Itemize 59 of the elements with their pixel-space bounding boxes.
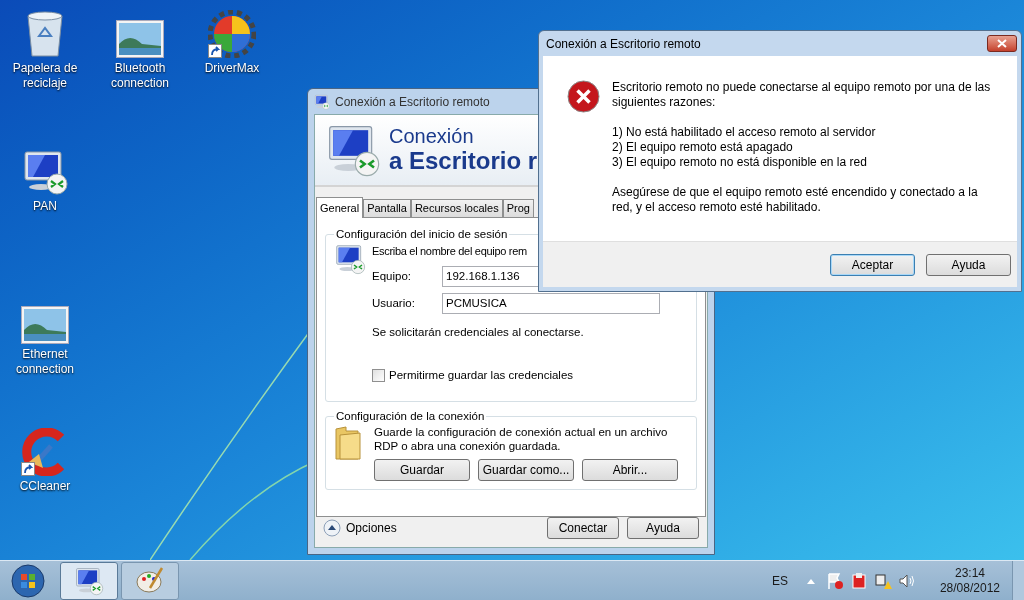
- dialog-button[interactable]: Ayuda: [926, 253, 1011, 276]
- desktop-icon-label[interactable]: DriverMax: [192, 61, 272, 76]
- tab[interactable]: Prog: [502, 199, 534, 217]
- dialog-title: Conexión a Escritorio remoto: [546, 35, 701, 53]
- flag-icon[interactable]: [825, 571, 844, 590]
- checkbox[interactable]: [372, 369, 385, 383]
- dialog-button[interactable]: Guardar: [374, 459, 470, 482]
- instruction-text: Escriba el nombre del equipo rem: [372, 244, 528, 260]
- dialog-button[interactable]: Ayuda: [627, 517, 699, 539]
- reason-text: 2) El equipo remoto está apagado: [612, 140, 794, 155]
- error-icon: [567, 80, 600, 113]
- clock-date[interactable]: 28/08/2012: [939, 580, 1000, 596]
- network-warning-icon[interactable]: [873, 571, 892, 590]
- advice-text: Asegúrese de que el equipo remoto esté encendido y conectado a la red, y el acceso remoto esté habilitado.: [612, 185, 979, 215]
- reason-text: 1) No está habilitado el acceso remoto al servidor: [612, 125, 877, 140]
- error-message: Escritorio remoto no puede conectarse al equipo remoto por una de las siguientes razones:: [612, 80, 992, 110]
- recycle-bin-icon: [25, 10, 65, 58]
- clock-time[interactable]: 23:14: [954, 565, 985, 581]
- field-label: Usuario:: [372, 295, 416, 311]
- close-icon: [997, 39, 1007, 48]
- device-icon[interactable]: [849, 571, 868, 590]
- landscape-picture-icon: [21, 306, 69, 344]
- desktop-icon-label[interactable]: Bluetooth connection: [100, 61, 180, 91]
- close-button[interactable]: [987, 35, 1017, 52]
- folder-icon: [334, 425, 362, 462]
- description-text: Guarde la configuración de conexión actual en un archivo RDP o abra una conexión guardada.: [374, 425, 669, 454]
- show-desktop-button[interactable]: [1012, 560, 1024, 600]
- field-label: Equipo:: [372, 268, 412, 284]
- window-title: Conexión a Escritorio remoto: [335, 93, 490, 111]
- remote-desktop-icon: [74, 565, 104, 596]
- checkbox-label[interactable]: Permitirme guardar las credenciales: [389, 367, 574, 385]
- desktop-icon-label[interactable]: PAN: [5, 199, 85, 214]
- desktop-icon-label[interactable]: CCleaner: [5, 479, 85, 494]
- remote-desktop-icon: [21, 148, 69, 196]
- paint-palette-icon: [135, 565, 165, 596]
- options-link[interactable]: Opciones: [346, 519, 397, 537]
- header-title: a Escritorio r: [389, 147, 538, 175]
- tab[interactable]: Pantalla: [363, 199, 411, 217]
- dialog-button[interactable]: Aceptar: [830, 253, 915, 276]
- group-legend: Configuración de la conexión: [334, 408, 487, 426]
- tab[interactable]: General: [316, 197, 364, 218]
- reason-text: 3) El equipo remoto no está disponible en la red: [612, 155, 868, 170]
- computer-icon: [334, 243, 366, 276]
- tab[interactable]: Recursos locales: [410, 199, 503, 217]
- dialog-button[interactable]: Conectar: [547, 517, 619, 539]
- desktop-icon-label[interactable]: Ethernet connection: [5, 347, 85, 377]
- desktop-icon-label[interactable]: Papelera de reciclaje: [5, 61, 85, 91]
- start-orb-icon: [11, 563, 45, 598]
- dialog-button[interactable]: Abrir...: [582, 459, 678, 482]
- group-legend: Configuración del inicio de sesión: [334, 226, 510, 244]
- app-icon: [314, 93, 330, 110]
- language-indicator[interactable]: ES: [771, 571, 788, 590]
- dialog-button[interactable]: Guardar como...: [478, 459, 574, 482]
- note-text: Se solicitarán credenciales al conectarse.: [372, 324, 585, 340]
- header-title: Conexión: [389, 125, 475, 147]
- input-field[interactable]: PCMUSICA: [442, 292, 660, 314]
- taskbar-button[interactable]: [60, 561, 118, 600]
- landscape-picture-icon: [116, 20, 164, 58]
- start-button[interactable]: [8, 562, 48, 599]
